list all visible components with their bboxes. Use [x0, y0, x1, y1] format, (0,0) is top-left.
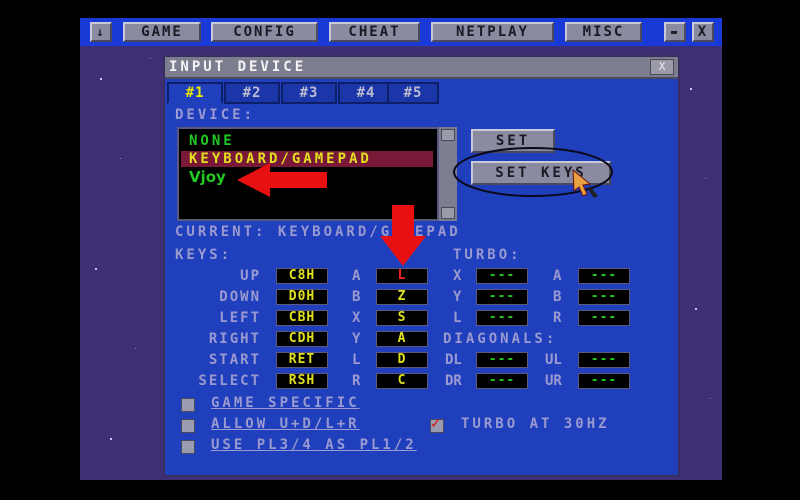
menu-misc[interactable]: MISC	[565, 22, 642, 42]
down-arrow-icon[interactable]: ↓	[90, 22, 112, 42]
diagonal-name: DR	[445, 373, 462, 389]
diagonal-value[interactable]: ---	[578, 352, 630, 368]
menu-config[interactable]: CONFIG	[211, 22, 318, 42]
button-name: B	[352, 289, 361, 305]
input-device-window: INPUT DEVICE X #1 #2 #3 #4 #5 DEVICE: NO…	[163, 55, 680, 477]
turbo-button-name: R	[553, 310, 562, 326]
menu-bar: ↓ GAME CONFIG CHEAT NETPLAY MISC ▬ X	[80, 18, 722, 46]
turbo-value[interactable]: ---	[476, 289, 528, 305]
window-titlebar: INPUT DEVICE X	[165, 57, 678, 79]
key-code[interactable]: RSH	[276, 373, 328, 389]
diagonal-value[interactable]: ---	[578, 373, 630, 389]
turbo-button-name: X	[453, 268, 462, 284]
turbo-value[interactable]: ---	[578, 310, 630, 326]
key-name: LEFT	[219, 310, 261, 326]
current-device-text: CURRENT: KEYBOARD/GAMEPAD	[175, 224, 461, 240]
turbo-button-name: Y	[453, 289, 462, 305]
button-name: L	[352, 352, 361, 368]
scroll-down-arrow-icon[interactable]	[441, 207, 455, 219]
minimize-icon[interactable]: ▬	[664, 22, 686, 42]
button-key[interactable]: C	[376, 373, 428, 389]
window-title: INPUT DEVICE	[169, 59, 307, 75]
button-key[interactable]: S	[376, 310, 428, 326]
window-close-button[interactable]: X	[650, 59, 674, 75]
turbo-button-name: B	[553, 289, 562, 305]
key-name: RIGHT	[208, 331, 261, 347]
menu-netplay[interactable]: NETPLAY	[431, 22, 554, 42]
tab-4[interactable]: #4	[338, 82, 394, 104]
device-item-keyboard-gamepad[interactable]: KEYBOARD/GAMEPAD	[181, 151, 433, 167]
turbo-value[interactable]: ---	[476, 268, 528, 284]
keys-label: KEYS:	[175, 247, 233, 263]
key-code[interactable]: CDH	[276, 331, 328, 347]
diagonal-name: DL	[445, 352, 462, 368]
game-specific-checkbox[interactable]	[181, 398, 195, 412]
turbo-value[interactable]: ---	[476, 310, 528, 326]
turbo-30hz-checkbox[interactable]: ✓	[430, 414, 444, 433]
button-name: Y	[352, 331, 361, 347]
checkmark-icon: ✓	[431, 414, 441, 432]
key-name: UP	[240, 268, 261, 284]
device-list-scrollbar[interactable]	[439, 127, 457, 221]
button-name: X	[352, 310, 361, 326]
turbo-label: TURBO:	[453, 247, 522, 263]
turbo-value[interactable]: ---	[578, 268, 630, 284]
tab-1[interactable]: #1	[167, 82, 223, 104]
turbo-button-name: L	[453, 310, 462, 326]
diagonal-value[interactable]: ---	[476, 352, 528, 368]
close-icon[interactable]: X	[692, 22, 714, 42]
key-code[interactable]: RET	[276, 352, 328, 368]
diagonals-label: DIAGONALS:	[443, 331, 558, 347]
menu-game[interactable]: GAME	[123, 22, 201, 42]
set-keys-button[interactable]: SET KEYS	[471, 161, 611, 185]
diagonal-name: UR	[545, 373, 562, 389]
game-specific-label: GAME SPECIFIC	[211, 395, 360, 411]
device-label: DEVICE:	[175, 107, 256, 123]
button-key[interactable]: A	[376, 331, 428, 347]
key-code[interactable]: D0H	[276, 289, 328, 305]
diagonal-name: UL	[545, 352, 562, 368]
allow-udlr-label: ALLOW U+D/L+R	[211, 416, 360, 432]
device-item-vjoy[interactable]: Vjoy	[181, 169, 433, 185]
device-item-none[interactable]: NONE	[181, 133, 433, 149]
button-name: A	[352, 268, 361, 284]
tab-5[interactable]: #5	[387, 82, 439, 104]
key-code[interactable]: C8H	[276, 268, 328, 284]
key-name: SELECT	[198, 373, 261, 389]
turbo-button-name: A	[553, 268, 562, 284]
scroll-up-arrow-icon[interactable]	[441, 129, 455, 141]
use-pl34-checkbox[interactable]	[181, 440, 195, 454]
allow-udlr-checkbox[interactable]	[181, 419, 195, 433]
set-button[interactable]: SET	[471, 129, 555, 153]
turbo-value[interactable]: ---	[578, 289, 630, 305]
use-pl34-label: USE PL3/4 AS PL1/2	[211, 437, 417, 453]
key-name: DOWN	[219, 289, 261, 305]
key-code[interactable]: CBH	[276, 310, 328, 326]
tab-2[interactable]: #2	[224, 82, 280, 104]
button-key[interactable]: L	[376, 268, 428, 284]
tab-3[interactable]: #3	[281, 82, 337, 104]
button-key[interactable]: D	[376, 352, 428, 368]
key-name: START	[208, 352, 261, 368]
button-key[interactable]: Z	[376, 289, 428, 305]
device-list[interactable]: NONE KEYBOARD/GAMEPAD Vjoy	[177, 127, 439, 221]
turbo-30hz-label: TURBO AT 30HZ	[461, 416, 610, 432]
diagonal-value[interactable]: ---	[476, 373, 528, 389]
menu-cheat[interactable]: CHEAT	[329, 22, 420, 42]
button-name: R	[352, 373, 361, 389]
